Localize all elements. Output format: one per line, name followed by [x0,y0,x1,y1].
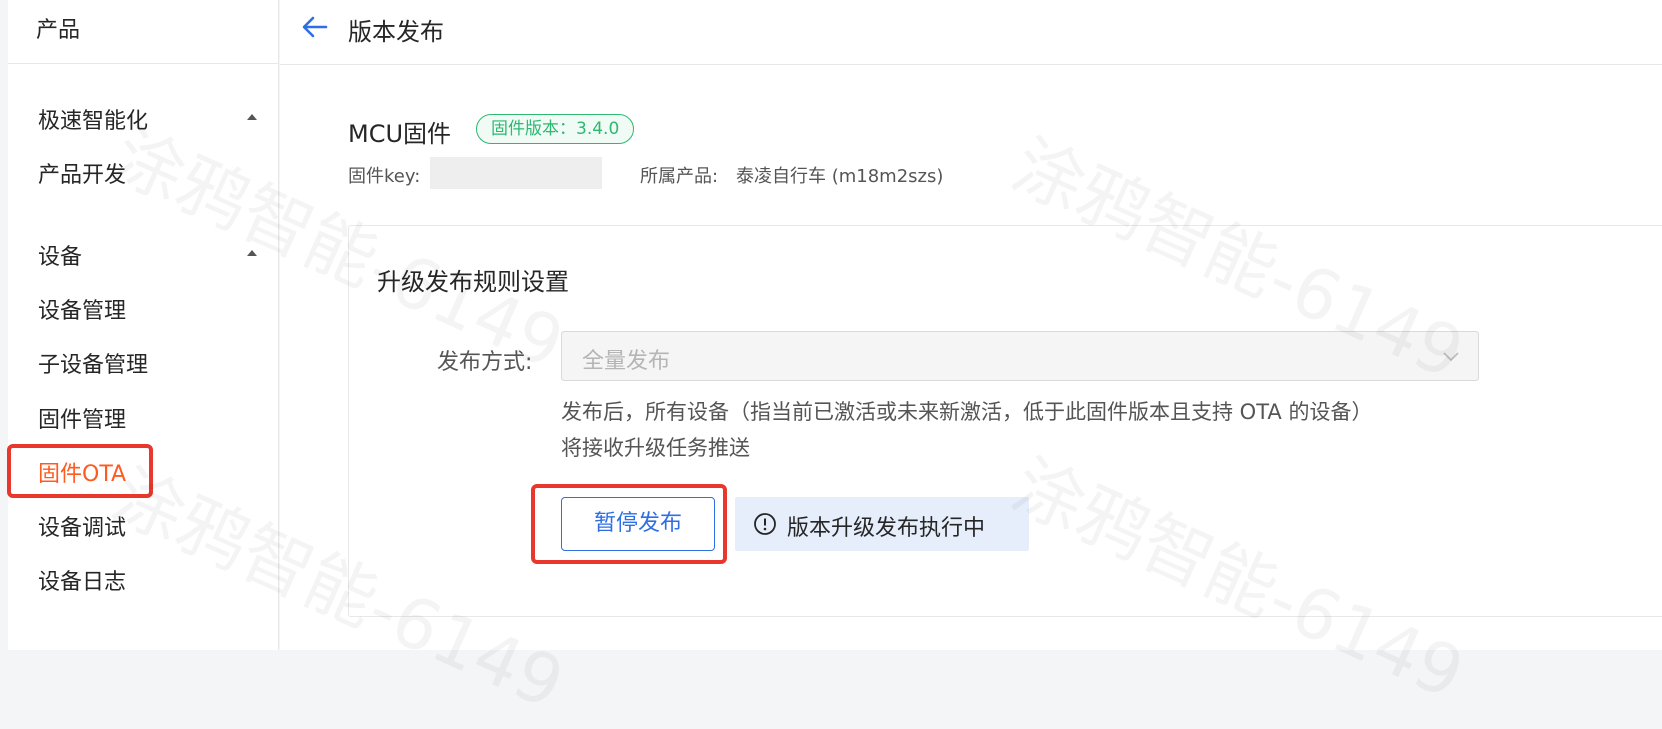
highlight-box-firmware-ota [7,444,153,498]
product-label: 所属产品: [640,166,719,187]
sidebar-title: 产品 [36,18,81,43]
main-content: 版本发布 MCU固件 固件版本：3.4.0 固件key: 所属产品: 泰凌自行车… [101,0,1662,725]
release-method-select[interactable]: 全量发布 [561,331,1479,381]
chevron-down-icon [1443,352,1459,362]
firmware-key-value-masked [430,157,602,189]
product-value: 泰凌自行车 (m18m2szs) [736,166,944,187]
firmware-name: MCU固件 [348,120,452,148]
caret-up-icon[interactable] [247,250,257,256]
sidebar: 产品 极速智能化 产品开发 设备 设备管理 子设备管理 固件管理 固件OTA 设… [8,0,279,650]
description-line-1: 发布后，所有设备（指当前已激活或未来新激活，低于此固件版本且支持 OTA 的设备… [561,400,1373,424]
release-status-banner: 版本升级发布执行中 [735,497,1029,551]
release-description: 发布后，所有设备（指当前已激活或未来新激活，低于此固件版本且支持 OTA 的设备… [561,394,1521,466]
firmware-version-tag: 固件版本：3.4.0 [476,114,635,144]
card-title: 升级发布规则设置 [377,268,569,296]
arrow-left-icon[interactable] [300,12,330,42]
sidebar-group-quick-intelligence[interactable]: 极速智能化 [38,103,148,135]
sidebar-item-subdevice-management[interactable]: 子设备管理 [38,347,148,379]
caret-up-icon[interactable] [247,114,257,120]
page-title: 版本发布 [348,18,444,46]
page-header: 版本发布 [280,0,1662,65]
sidebar-group-device[interactable]: 设备 [38,239,82,271]
info-circle-icon [754,513,776,535]
highlight-box-pause-button [531,484,727,564]
sidebar-header: 产品 [8,0,278,64]
release-method-label: 发布方式: [437,350,533,375]
release-method-value: 全量发布 [582,349,671,374]
release-rule-card: 升级发布规则设置 发布方式: 全量发布 发布后，所有设备（指当前已激活或未来新激… [348,225,1662,617]
sidebar-item-firmware-management[interactable]: 固件管理 [38,402,126,434]
sidebar-item-product-dev[interactable]: 产品开发 [38,157,126,189]
sidebar-item-device-log[interactable]: 设备日志 [38,564,126,596]
sidebar-item-device-debug[interactable]: 设备调试 [38,510,126,542]
sidebar-item-device-management[interactable]: 设备管理 [38,293,126,325]
description-line-2: 将接收升级任务推送 [561,436,750,460]
release-status-text: 版本升级发布执行中 [787,516,986,541]
firmware-key-label: 固件key: [348,166,421,187]
